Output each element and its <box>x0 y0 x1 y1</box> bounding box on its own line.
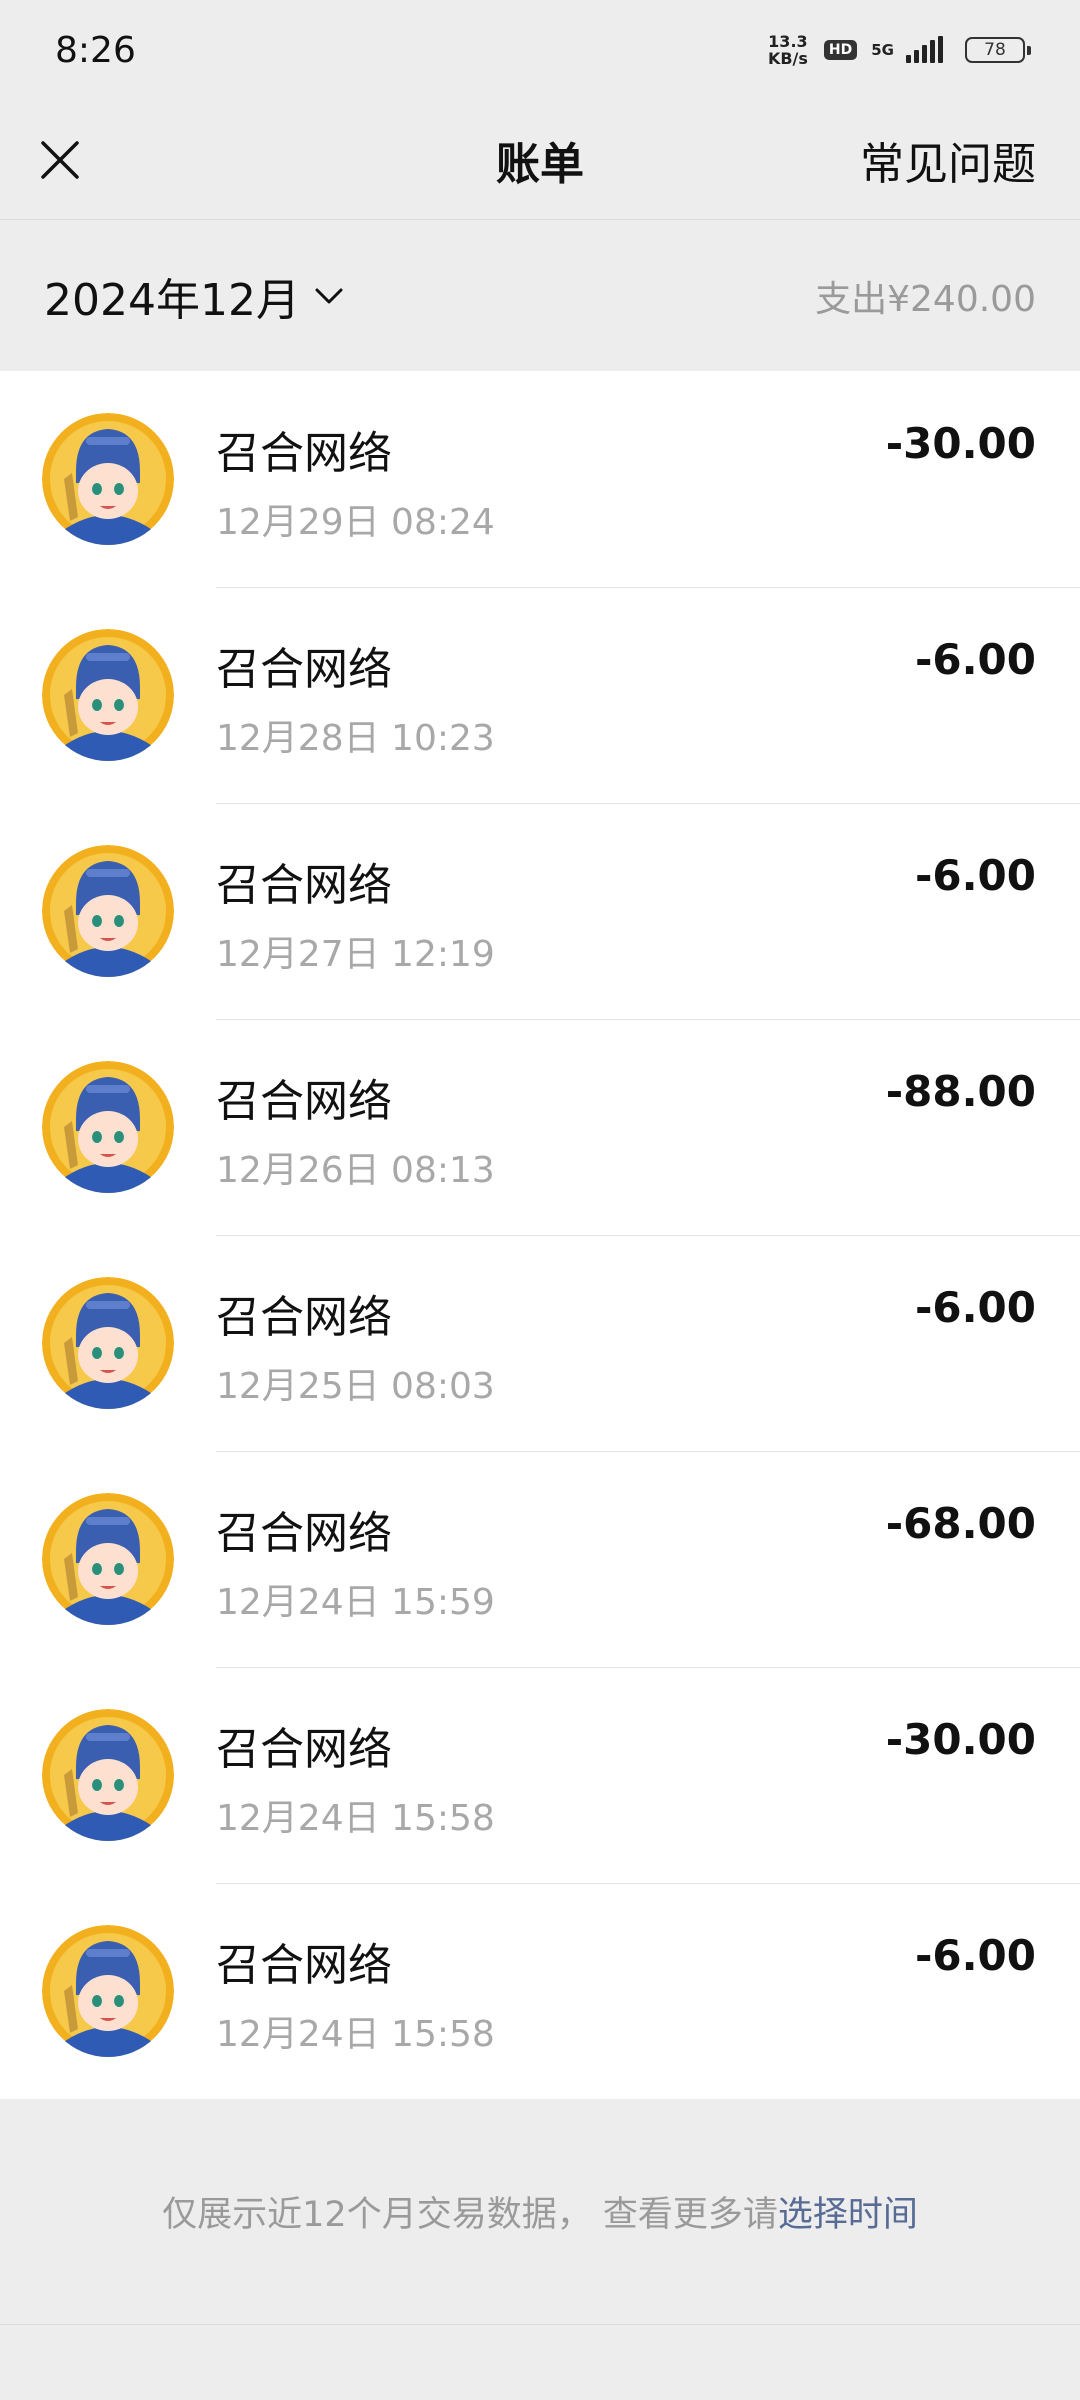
transaction-datetime: 12月27日 12:19 <box>216 934 495 975</box>
transaction-amount: -6.00 <box>914 635 1036 684</box>
merchant-name: 召合网络 <box>216 1076 392 1127</box>
merchant-avatar <box>42 1709 174 1841</box>
faq-button[interactable]: 常见问题 <box>860 128 1036 192</box>
nav-bar: 账单 常见问题 <box>0 100 1080 220</box>
merchant-name: 召合网络 <box>216 860 392 911</box>
history-note: 仅展示近12个月交易数据， 查看更多请 <box>162 2195 778 2235</box>
transaction-row[interactable]: 召合网络 12月28日 10:23 -6.00 <box>0 587 1080 803</box>
transaction-row[interactable]: 召合网络 12月27日 12:19 -6.00 <box>0 803 1080 1019</box>
transaction-amount: -30.00 <box>885 1715 1036 1764</box>
merchant-name: 召合网络 <box>216 1724 392 1775</box>
merchant-name: 召合网络 <box>216 1940 392 1991</box>
merchant-name: 召合网络 <box>216 644 392 695</box>
chevron-down-icon <box>315 288 343 304</box>
transaction-row[interactable]: 召合网络 12月26日 08:13 -88.00 <box>0 1019 1080 1235</box>
transaction-datetime: 12月24日 15:58 <box>216 1798 495 1839</box>
merchant-avatar <box>42 1493 174 1625</box>
hd-icon: HD <box>823 40 858 60</box>
transaction-row[interactable]: 召合网络 12月24日 15:58 -6.00 <box>0 1883 1080 2099</box>
network-type: 5G <box>871 41 894 59</box>
battery-level: 78 <box>984 40 1006 60</box>
divider <box>0 2324 1080 2325</box>
merchant-avatar <box>42 413 174 545</box>
merchant-name: 召合网络 <box>216 428 392 479</box>
merchant-avatar <box>42 845 174 977</box>
network-speed: 13.3 KB/s <box>767 32 808 68</box>
merchant-name: 召合网络 <box>216 1508 392 1559</box>
merchant-avatar <box>42 1925 174 2057</box>
close-button[interactable] <box>30 130 90 190</box>
transaction-datetime: 12月29日 08:24 <box>216 502 495 543</box>
transaction-datetime: 12月25日 08:03 <box>216 1366 495 1407</box>
transaction-amount: -68.00 <box>885 1499 1036 1548</box>
transaction-datetime: 12月24日 15:59 <box>216 1582 495 1623</box>
transaction-amount: -6.00 <box>914 851 1036 900</box>
transaction-row[interactable]: 召合网络 12月24日 15:58 -30.00 <box>0 1667 1080 1883</box>
month-picker[interactable]: 2024年12月 <box>44 264 344 328</box>
spend-total: 支出¥240.00 <box>815 279 1036 320</box>
transaction-row[interactable]: 召合网络 12月24日 15:59 -68.00 <box>0 1451 1080 1667</box>
merchant-avatar <box>42 629 174 761</box>
close-icon <box>41 141 79 179</box>
merchant-name: 召合网络 <box>216 1292 392 1343</box>
transaction-amount: -6.00 <box>914 1283 1036 1332</box>
month-bar: 2024年12月 支出¥240.00 <box>0 221 1080 371</box>
transaction-amount: -88.00 <box>885 1067 1036 1116</box>
merchant-avatar <box>42 1061 174 1193</box>
transaction-row[interactable]: 召合网络 12月25日 08:03 -6.00 <box>0 1235 1080 1451</box>
merchant-avatar <box>42 1277 174 1409</box>
transaction-datetime: 12月26日 08:13 <box>216 1150 495 1191</box>
battery-icon: 78 <box>965 37 1031 63</box>
month-label: 2024年12月 <box>44 275 300 326</box>
transaction-amount: -6.00 <box>914 1931 1036 1980</box>
status-time: 8:26 <box>55 29 136 71</box>
history-footer: 仅展示近12个月交易数据， 查看更多请 选择时间 <box>0 2099 1080 2324</box>
transaction-row[interactable]: 召合网络 12月29日 08:24 -30.00 <box>0 371 1080 587</box>
transaction-amount: -30.00 <box>885 419 1036 468</box>
page-title: 账单 <box>496 138 584 190</box>
transaction-list: 召合网络 12月29日 08:24 -30.00 召合网络 12月28日 10:… <box>0 371 1080 2099</box>
signal-icon <box>906 36 943 63</box>
select-time-link[interactable]: 选择时间 <box>778 2186 918 2237</box>
transaction-datetime: 12月28日 10:23 <box>216 718 495 759</box>
status-bar: 8:26 13.3 KB/s HD 5G 78 <box>0 0 1080 100</box>
status-icons: 13.3 KB/s HD 5G 78 <box>767 32 1031 68</box>
transaction-datetime: 12月24日 15:58 <box>216 2014 495 2055</box>
